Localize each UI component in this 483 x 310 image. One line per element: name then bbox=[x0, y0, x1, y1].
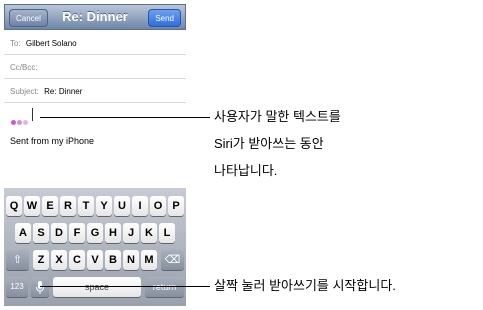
key-b[interactable]: B bbox=[105, 250, 121, 270]
key-d[interactable]: D bbox=[51, 223, 67, 243]
key-u[interactable]: U bbox=[114, 196, 130, 216]
key-j[interactable]: J bbox=[123, 223, 139, 243]
cc-bcc-field[interactable]: Cc/Bcc: bbox=[4, 57, 186, 79]
key-w[interactable]: W bbox=[24, 196, 40, 216]
key-x[interactable]: X bbox=[51, 250, 67, 270]
to-recipient[interactable]: Gilbert Solano bbox=[26, 39, 77, 48]
text-cursor bbox=[32, 108, 33, 121]
subject-label: Subject: bbox=[10, 87, 39, 96]
return-key[interactable]: return bbox=[145, 277, 184, 297]
key-a[interactable]: A bbox=[15, 223, 31, 243]
key-c[interactable]: C bbox=[69, 250, 85, 270]
subject-field[interactable]: Subject: Re: Dinner bbox=[4, 81, 186, 103]
dictation-dot bbox=[17, 120, 22, 125]
key-g[interactable]: G bbox=[87, 223, 103, 243]
dictation-key[interactable] bbox=[31, 277, 49, 297]
key-t[interactable]: T bbox=[78, 196, 94, 216]
send-button[interactable]: Send bbox=[148, 9, 181, 27]
dictation-callout-line bbox=[40, 117, 210, 118]
mic-callout-text: 살짝 눌러 받아쓰기를 시작합니다. bbox=[214, 278, 396, 293]
email-signature[interactable]: Sent from my iPhone bbox=[10, 136, 94, 146]
dictation-callout-line2: Siri가 받아쓰는 동안 bbox=[214, 136, 324, 151]
key-q[interactable]: Q bbox=[6, 196, 22, 216]
key-y[interactable]: Y bbox=[96, 196, 112, 216]
dictation-progress-indicator bbox=[11, 112, 29, 130]
dictation-callout-line3: 나타납니다. bbox=[214, 163, 278, 178]
subject-value[interactable]: Re: Dinner bbox=[44, 87, 82, 96]
dictation-dot bbox=[23, 120, 28, 125]
navigation-bar: Cancel Re: Dinner Send bbox=[4, 4, 186, 30]
shift-icon: ⇧ bbox=[12, 254, 23, 266]
cc-bcc-label: Cc/Bcc: bbox=[10, 63, 38, 72]
dictation-dot bbox=[11, 120, 16, 125]
mail-compose-screen: Cancel Re: Dinner Send To: Gilbert Solan… bbox=[0, 0, 190, 310]
key-l[interactable]: L bbox=[159, 223, 175, 243]
to-label: To: bbox=[10, 39, 21, 48]
key-v[interactable]: V bbox=[87, 250, 103, 270]
microphone-icon bbox=[36, 281, 44, 294]
key-e[interactable]: E bbox=[42, 196, 58, 216]
key-i[interactable]: I bbox=[132, 196, 148, 216]
key-p[interactable]: P bbox=[168, 196, 184, 216]
key-h[interactable]: H bbox=[105, 223, 121, 243]
backspace-icon: ⌫ bbox=[164, 254, 181, 266]
key-n[interactable]: N bbox=[123, 250, 139, 270]
dictation-callout-line1: 사용자가 말한 텍스트를 bbox=[214, 109, 341, 124]
key-s[interactable]: S bbox=[33, 223, 49, 243]
numbers-key[interactable]: 123 bbox=[6, 277, 28, 297]
key-m[interactable]: M bbox=[141, 250, 157, 270]
backspace-key[interactable]: ⌫ bbox=[161, 250, 184, 270]
key-r[interactable]: R bbox=[60, 196, 76, 216]
keyboard: Q W E R T Y U I O P A S D F G H J K L ⇧ … bbox=[4, 188, 186, 306]
key-f[interactable]: F bbox=[69, 223, 85, 243]
space-key[interactable]: space bbox=[53, 277, 141, 297]
shift-key[interactable]: ⇧ bbox=[6, 250, 29, 270]
key-k[interactable]: K bbox=[141, 223, 157, 243]
to-field[interactable]: To: Gilbert Solano bbox=[4, 33, 186, 55]
key-o[interactable]: O bbox=[150, 196, 166, 216]
key-z[interactable]: Z bbox=[33, 250, 49, 270]
mic-callout-line bbox=[40, 286, 210, 287]
